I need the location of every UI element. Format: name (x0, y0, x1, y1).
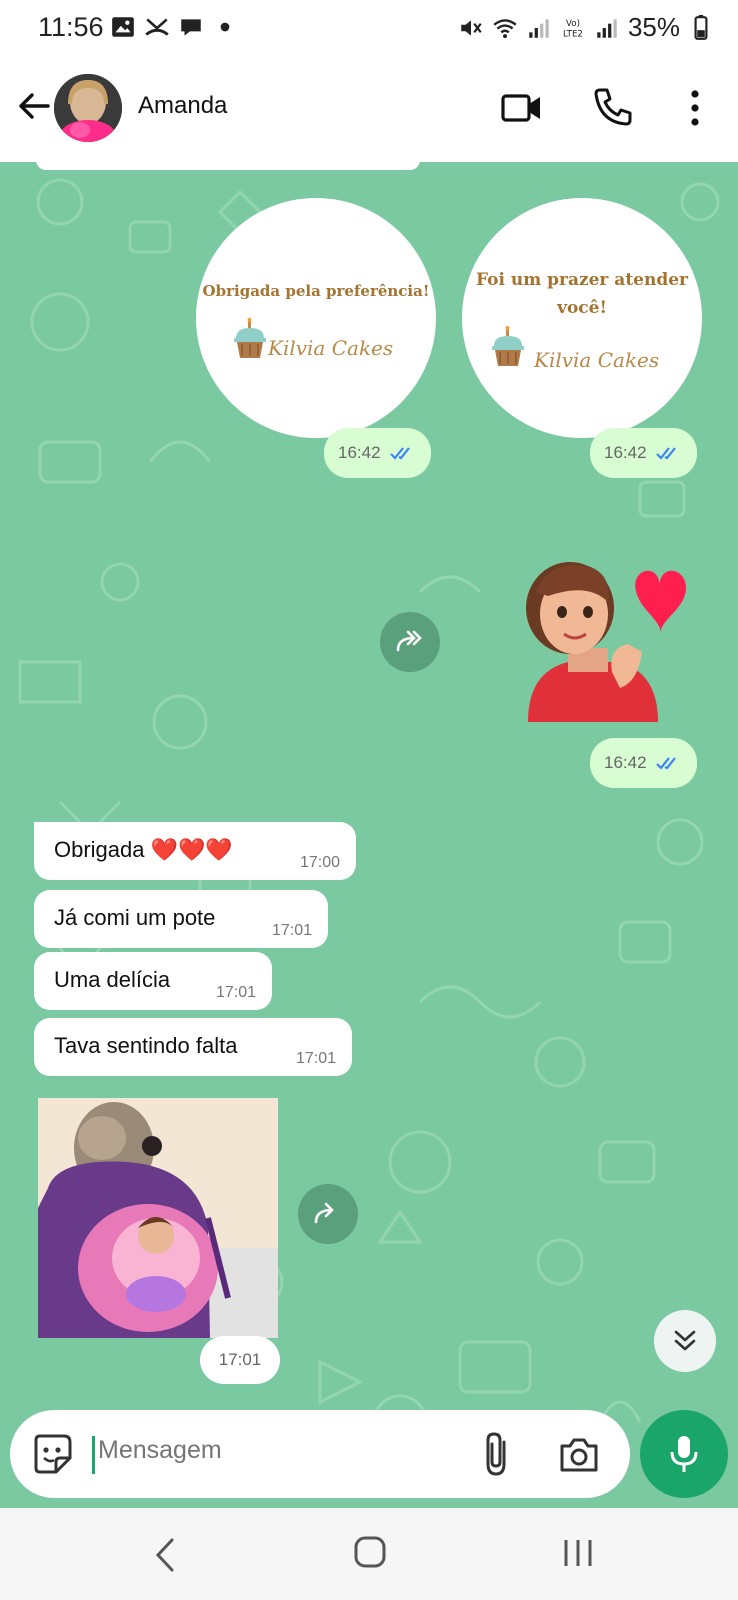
forward-icon (396, 630, 422, 652)
avatar[interactable] (54, 74, 122, 142)
volte-icon: Vo)LTE2 (563, 18, 583, 39)
message-text: Uma delícia (54, 967, 171, 992)
read-ticks-icon (655, 757, 676, 770)
status-bar: 11:56 Vo) LTE2 35% (0, 0, 738, 58)
status-time: 11:56 (38, 12, 104, 42)
forward-icon (314, 1202, 334, 1224)
mic-button[interactable] (640, 1410, 728, 1498)
scroll-down-button[interactable] (654, 1310, 716, 1372)
system-icons: Vo) LTE2 35% (458, 12, 714, 43)
avatar-photo (54, 74, 122, 142)
scroll-down-icon (674, 1330, 696, 1351)
mic-icon (670, 1436, 698, 1472)
media-time: 17:01 (200, 1336, 280, 1384)
notification-icons (110, 14, 238, 40)
message-text: Obrigada ❤️❤️❤️ (54, 837, 233, 862)
voice-call-icon[interactable] (592, 86, 634, 128)
svg-text:Vo): Vo) (566, 18, 580, 28)
network-label: LTE2 (563, 29, 583, 39)
message-input[interactable] (98, 1436, 458, 1465)
missed-call-notification-icon (145, 18, 169, 36)
text-caret (92, 1436, 95, 1474)
message-bubble[interactable]: Obrigada ❤️❤️❤️ 17:00 (34, 822, 356, 880)
cupcake-icon (234, 318, 266, 358)
pleasure-sticker[interactable]: Foi um prazer atender você! Kilvia Cakes (462, 198, 702, 438)
avatar-sticker-time: 16:42 (590, 738, 697, 788)
video-call-icon[interactable] (500, 88, 544, 128)
partial-message-bubble (36, 162, 420, 170)
nav-home-icon[interactable] (352, 1534, 388, 1570)
message-bubble[interactable]: Tava sentindo falta 17:01 (34, 1018, 352, 1076)
sticker-pleasure-title: Foi um prazer atender você! (475, 270, 689, 318)
forward-button[interactable] (380, 612, 440, 672)
chat-notification-icon (181, 19, 201, 36)
sticker-thanks-time: 16:42 (324, 428, 431, 478)
emoji-icon[interactable] (30, 1432, 74, 1476)
attach-icon[interactable] (478, 1430, 518, 1478)
message-time: 17:00 (299, 854, 340, 871)
message-bubble[interactable]: Uma delícia 17:01 (34, 952, 272, 1010)
forward-button[interactable] (298, 1184, 358, 1244)
bubble-tail (34, 822, 44, 840)
battery-percent: 35% (627, 12, 680, 42)
sticker-thanks-brand: Kilvia Cakes (268, 336, 394, 360)
message-time: 17:01 (215, 984, 256, 1001)
more-options-icon[interactable] (676, 86, 714, 130)
dot-icon (220, 22, 230, 32)
time-label: 17:01 (218, 1350, 262, 1369)
message-text: Já comi um pote (54, 905, 216, 930)
nav-back-icon[interactable] (148, 1536, 182, 1574)
monkey-backpack-image (38, 1098, 278, 1338)
nav-recents-icon[interactable] (560, 1536, 596, 1570)
message-time: 17:01 (295, 1050, 336, 1067)
battery-icon (694, 14, 708, 40)
media-thumbnail[interactable] (38, 1098, 278, 1338)
sticker-thanks-title: Obrigada pela preferência! (202, 282, 430, 300)
message-text: Tava sentindo falta (54, 1033, 238, 1058)
mute-icon (461, 19, 482, 36)
message-bubble[interactable]: Já comi um pote 17:01 (34, 890, 328, 948)
system-navigation-bar (0, 1508, 738, 1600)
back-arrow-icon[interactable] (14, 86, 54, 126)
gallery-notification-icon (112, 17, 134, 37)
avatar-heart-sticker[interactable] (508, 552, 692, 722)
wifi-icon (493, 18, 517, 38)
contact-name[interactable]: Amanda (138, 92, 227, 120)
read-ticks-icon (389, 447, 410, 460)
signal-icon (529, 18, 549, 38)
sticker-pleasure-brand: Kilvia Cakes (534, 348, 660, 372)
chat-area[interactable]: Obrigada pela preferência! Kilvia Cakes … (0, 162, 738, 1510)
message-composer (10, 1410, 630, 1498)
time-label: 16:42 (604, 753, 647, 772)
camera-icon[interactable] (558, 1434, 600, 1474)
cupcake-icon (492, 326, 524, 366)
time-label: 16:42 (338, 443, 381, 462)
thanks-sticker[interactable]: Obrigada pela preferência! Kilvia Cakes (196, 198, 436, 438)
message-time: 17:01 (271, 922, 312, 939)
sticker-pleasure-time: 16:42 (590, 428, 697, 478)
read-ticks-icon (655, 447, 676, 460)
signal-icon-2 (597, 18, 617, 38)
time-label: 16:42 (604, 443, 647, 462)
chat-header: Amanda (0, 58, 738, 162)
